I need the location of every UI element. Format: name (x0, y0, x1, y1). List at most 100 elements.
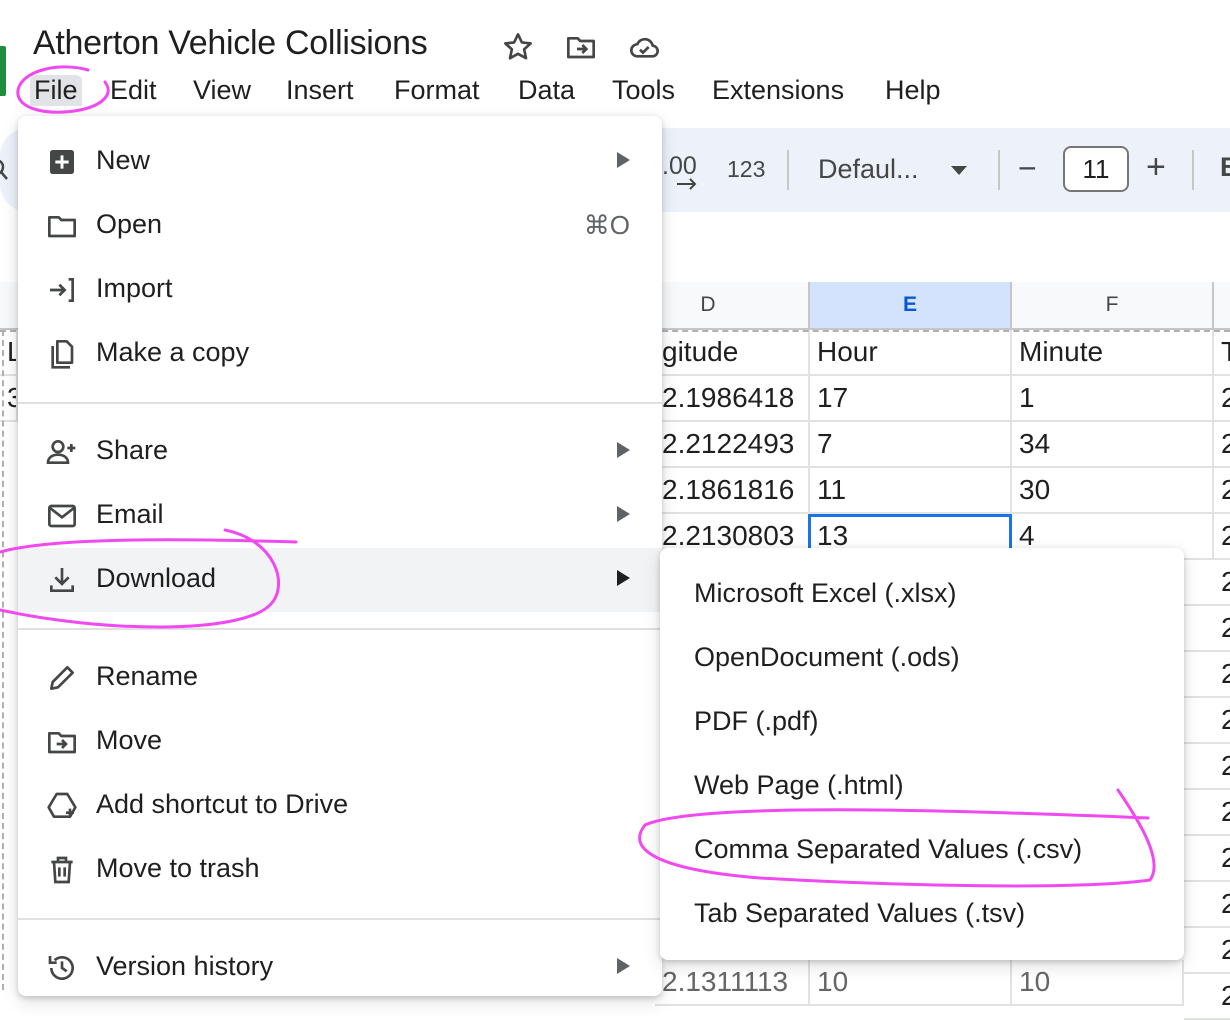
font-size-input[interactable]: 11 (1063, 146, 1129, 192)
cell[interactable]: T (1214, 330, 1230, 376)
file-menu-version-history[interactable]: Version history (18, 936, 662, 1000)
menu-bar: File Edit View Insert Format Data Tools … (0, 72, 1230, 114)
star-icon[interactable] (502, 31, 534, 63)
drive-shortcut-icon (47, 792, 77, 818)
menu-help[interactable]: Help (881, 75, 945, 106)
file-menu-add-shortcut[interactable]: Add shortcut to Drive (18, 774, 662, 838)
menu-file[interactable]: File (30, 75, 82, 106)
cell[interactable]: 10 (810, 960, 1012, 1006)
file-menu-make-a-copy[interactable]: Make a copy (18, 322, 662, 386)
increase-font-size-button[interactable]: + (1146, 148, 1166, 187)
cell[interactable]: 2 (1184, 744, 1230, 790)
submenu-arrow-icon (617, 442, 630, 458)
cell[interactable]: 1 (1012, 376, 1214, 422)
cell[interactable]: 2 (1184, 698, 1230, 744)
cell[interactable]: 2 (1214, 376, 1230, 422)
cell[interactable]: 2.1986418 (655, 376, 810, 422)
cell[interactable]: 2 (1214, 514, 1230, 560)
cell[interactable]: 2.1861816 (655, 468, 810, 514)
download-icon (50, 568, 74, 592)
submenu-arrow-icon (617, 958, 630, 974)
cell[interactable]: 2 (1184, 652, 1230, 698)
menu-divider (18, 628, 662, 630)
cell[interactable]: 34 (1012, 422, 1214, 468)
import-icon (50, 278, 74, 302)
download-xlsx[interactable]: Microsoft Excel (.xlsx) (660, 562, 1184, 626)
file-menu-move[interactable]: Move (18, 710, 662, 774)
menu-divider (18, 918, 662, 920)
chevron-down-icon[interactable] (951, 166, 967, 175)
new-sheet-icon (50, 150, 74, 174)
cell[interactable]: 2 (1214, 422, 1230, 468)
menu-insert[interactable]: Insert (282, 75, 358, 106)
toolbar-divider (1192, 150, 1194, 190)
document-title[interactable]: Atherton Vehicle Collisions (33, 24, 428, 63)
file-menu-import[interactable]: Import (18, 258, 662, 322)
file-menu-open[interactable]: Open ⌘O (18, 194, 662, 258)
submenu-arrow-icon (617, 506, 630, 522)
trash-icon (51, 856, 73, 884)
toolbar-divider (787, 150, 789, 190)
cell[interactable]: 7 (810, 422, 1012, 468)
cell[interactable]: 2 (1184, 882, 1230, 928)
copy-icon (51, 340, 74, 369)
file-menu-rename[interactable]: Rename (18, 646, 662, 710)
cell[interactable]: 2 (1184, 560, 1230, 606)
cell[interactable]: 10 (1012, 960, 1184, 1006)
decrease-decimal-button[interactable]: .00 (662, 152, 697, 181)
pencil-icon (50, 666, 74, 690)
cell[interactable]: 2 (1184, 928, 1230, 974)
decrease-font-size-button[interactable]: − (1018, 150, 1037, 187)
cell[interactable]: 2.2122493 (655, 422, 810, 468)
toolbar-divider (998, 150, 1000, 190)
move-folder-icon (48, 732, 76, 754)
cell[interactable]: 2 (1214, 468, 1230, 514)
move-to-folder-icon[interactable] (565, 31, 597, 63)
menu-view[interactable]: View (189, 75, 255, 106)
download-ods[interactable]: OpenDocument (.ods) (660, 626, 1184, 690)
cell[interactable]: 11 (810, 468, 1012, 514)
share-person-icon (46, 440, 76, 464)
cell[interactable]: 2 (1184, 790, 1230, 836)
cell[interactable]: Hour (810, 330, 1012, 376)
download-csv[interactable]: Comma Separated Values (.csv) (660, 818, 1184, 882)
cell[interactable]: 2.1311113 (655, 960, 810, 1006)
menu-format[interactable]: Format (390, 75, 484, 106)
cell[interactable]: 2 (1184, 974, 1230, 1020)
font-family-select[interactable]: Defaul... (818, 154, 919, 185)
file-menu-download[interactable]: Download (18, 548, 662, 612)
cell[interactable]: 2 (1184, 606, 1230, 652)
download-html[interactable]: Web Page (.html) (660, 754, 1184, 818)
menu-divider (18, 402, 662, 404)
email-icon (48, 504, 76, 528)
arrow-right-icon (677, 178, 697, 190)
column-header-e[interactable]: E (810, 282, 1012, 330)
menu-extensions[interactable]: Extensions (708, 75, 848, 106)
cell[interactable]: gitude (655, 330, 810, 376)
keyboard-shortcut: ⌘O (583, 210, 630, 240)
submenu-arrow-icon (617, 570, 630, 586)
cell[interactable]: 30 (1012, 468, 1214, 514)
search-icon[interactable] (0, 156, 14, 186)
cell[interactable]: 17 (810, 376, 1012, 422)
folder-icon (48, 216, 76, 238)
download-submenu: Microsoft Excel (.xlsx) OpenDocument (.o… (660, 548, 1184, 960)
column-header-g[interactable] (1214, 282, 1230, 330)
number-format-button[interactable]: 123 (727, 156, 765, 183)
cloud-saved-icon[interactable] (628, 31, 660, 63)
menu-edit[interactable]: Edit (106, 75, 161, 106)
file-menu-share[interactable]: Share (18, 420, 662, 484)
row-header-corner (0, 282, 20, 330)
bold-button[interactable]: B (1220, 152, 1230, 183)
cell[interactable]: Minute (1012, 330, 1214, 376)
menu-tools[interactable]: Tools (608, 75, 679, 106)
file-menu-new[interactable]: New (18, 130, 662, 194)
download-tsv[interactable]: Tab Separated Values (.tsv) (660, 882, 1184, 946)
column-header-f[interactable]: F (1012, 282, 1214, 330)
download-pdf[interactable]: PDF (.pdf) (660, 690, 1184, 754)
cell[interactable]: 2 (1184, 836, 1230, 882)
file-menu-move-to-trash[interactable]: Move to trash (18, 838, 662, 902)
history-icon (48, 956, 74, 980)
file-menu-email[interactable]: Email (18, 484, 662, 548)
menu-data[interactable]: Data (514, 75, 579, 106)
